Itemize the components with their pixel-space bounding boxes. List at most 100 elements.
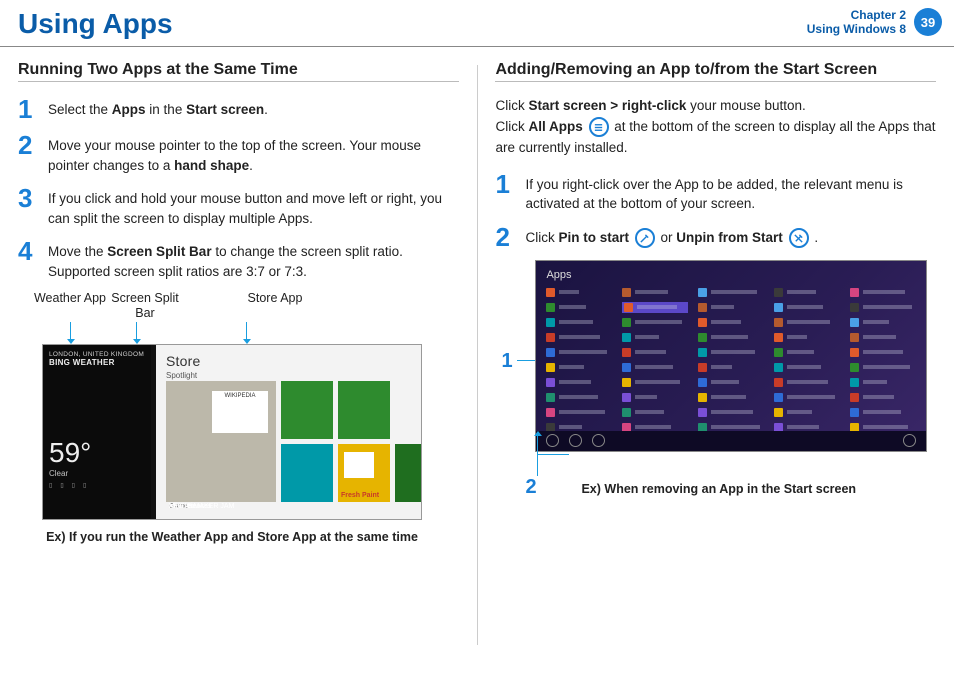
app-label bbox=[787, 425, 819, 429]
left-step-4: 4 Move the Screen Split Bar to change th… bbox=[18, 238, 459, 281]
app-item[interactable] bbox=[698, 377, 764, 388]
app-item[interactable] bbox=[774, 317, 840, 328]
app-item[interactable] bbox=[622, 287, 688, 298]
tile-allstars[interactable]: All stars bbox=[281, 381, 333, 439]
app-item[interactable] bbox=[698, 302, 764, 313]
callout-2-line-h bbox=[537, 454, 569, 455]
left-step-2: 2 Move your mouse pointer to the top of … bbox=[18, 132, 459, 175]
app-item[interactable] bbox=[850, 347, 916, 358]
app-icon bbox=[774, 333, 783, 342]
app-item[interactable] bbox=[622, 407, 688, 418]
app-item[interactable] bbox=[546, 377, 612, 388]
bar-button[interactable] bbox=[903, 434, 916, 447]
apps-screen-title: Apps bbox=[546, 269, 916, 281]
bar-button[interactable] bbox=[569, 434, 582, 447]
app-item[interactable] bbox=[622, 332, 688, 343]
right-step-2: 2 Click Pin to start or Unpin from Start… bbox=[495, 224, 936, 250]
callout-2-number: 2 bbox=[525, 476, 536, 499]
app-icon bbox=[850, 408, 859, 417]
app-item[interactable] bbox=[622, 392, 688, 403]
app-item[interactable] bbox=[546, 302, 612, 313]
app-item[interactable] bbox=[546, 347, 612, 358]
step-number: 1 bbox=[495, 171, 515, 197]
app-item[interactable] bbox=[546, 407, 612, 418]
app-label bbox=[635, 365, 673, 369]
app-item[interactable] bbox=[546, 287, 612, 298]
app-item[interactable] bbox=[774, 347, 840, 358]
app-icon bbox=[850, 348, 859, 357]
app-icon bbox=[546, 288, 555, 297]
app-item[interactable] bbox=[622, 362, 688, 373]
app-item[interactable] bbox=[622, 317, 688, 328]
app-item[interactable] bbox=[698, 362, 764, 373]
app-label bbox=[711, 290, 757, 294]
app-item[interactable] bbox=[546, 332, 612, 343]
app-label bbox=[635, 290, 668, 294]
app-item[interactable] bbox=[850, 362, 916, 373]
app-icon bbox=[622, 333, 631, 342]
app-item[interactable] bbox=[774, 377, 840, 388]
app-item[interactable] bbox=[774, 302, 840, 313]
apps-column bbox=[698, 287, 764, 448]
app-item[interactable] bbox=[698, 332, 764, 343]
app-item[interactable] bbox=[850, 317, 916, 328]
bar-button[interactable] bbox=[546, 434, 559, 447]
apps-context-bar bbox=[536, 431, 926, 451]
app-label bbox=[559, 335, 600, 339]
page-number-badge: 39 bbox=[914, 8, 942, 36]
tile-music[interactable]: MUSIC MAKER JAM bbox=[281, 444, 333, 502]
app-icon bbox=[624, 303, 633, 312]
app-item[interactable] bbox=[546, 317, 612, 328]
tile-freshpaint[interactable]: Fresh Paint bbox=[338, 444, 390, 502]
label-splitbar: Screen Split Bar bbox=[110, 291, 180, 320]
pointer-weather bbox=[70, 322, 71, 340]
app-item[interactable] bbox=[622, 347, 688, 358]
app-item[interactable] bbox=[850, 332, 916, 343]
left-section-title: Running Two Apps at the Same Time bbox=[18, 61, 459, 82]
callout-1-number: 1 bbox=[501, 350, 512, 373]
store-title: Store bbox=[166, 353, 411, 369]
step-number: 2 bbox=[495, 224, 515, 250]
app-item[interactable] bbox=[622, 377, 688, 388]
tile-toptree[interactable]: Top tree bbox=[338, 381, 390, 439]
app-label bbox=[711, 335, 748, 339]
app-item[interactable] bbox=[850, 287, 916, 298]
app-label bbox=[711, 425, 760, 429]
app-icon bbox=[698, 378, 707, 387]
bar-button[interactable] bbox=[592, 434, 605, 447]
app-item[interactable] bbox=[774, 362, 840, 373]
app-label bbox=[559, 425, 582, 429]
app-item[interactable] bbox=[622, 302, 688, 313]
app-icon bbox=[774, 288, 783, 297]
app-item[interactable] bbox=[850, 377, 916, 388]
app-label bbox=[787, 335, 807, 339]
app-item[interactable] bbox=[546, 392, 612, 403]
app-item[interactable] bbox=[698, 392, 764, 403]
app-item[interactable] bbox=[546, 362, 612, 373]
step-body: Click Pin to start or Unpin from Start . bbox=[525, 224, 936, 248]
step-number: 2 bbox=[18, 132, 38, 158]
weather-app-pane: LONDON, UNITED KINGDOM BING WEATHER 59° … bbox=[43, 345, 151, 519]
app-item[interactable] bbox=[774, 407, 840, 418]
app-item[interactable] bbox=[698, 347, 764, 358]
app-item[interactable] bbox=[850, 392, 916, 403]
apps-column bbox=[622, 287, 688, 448]
app-label bbox=[863, 350, 903, 354]
app-icon bbox=[850, 393, 859, 402]
left-step-3: 3 If you click and hold your mouse butto… bbox=[18, 185, 459, 228]
app-item[interactable] bbox=[774, 287, 840, 298]
app-item[interactable] bbox=[850, 407, 916, 418]
weather-temp: 59° bbox=[49, 437, 145, 469]
app-item[interactable] bbox=[698, 287, 764, 298]
unpin-icon bbox=[789, 228, 809, 248]
store-tiles: WIKIPEDIA All stars Top tree Game MUSIC … bbox=[166, 381, 421, 513]
app-item[interactable] bbox=[774, 392, 840, 403]
weather-forecast-row: ▯▯▯▯ bbox=[49, 482, 145, 489]
app-item[interactable] bbox=[850, 302, 916, 313]
app-item[interactable] bbox=[698, 407, 764, 418]
app-item[interactable] bbox=[698, 317, 764, 328]
left-figure-caption: Ex) If you run the Weather App and Store… bbox=[42, 530, 422, 544]
app-item[interactable] bbox=[774, 332, 840, 343]
tile-new[interactable]: New releases bbox=[395, 444, 422, 502]
tile-spotlight-big[interactable]: WIKIPEDIA bbox=[166, 381, 276, 502]
